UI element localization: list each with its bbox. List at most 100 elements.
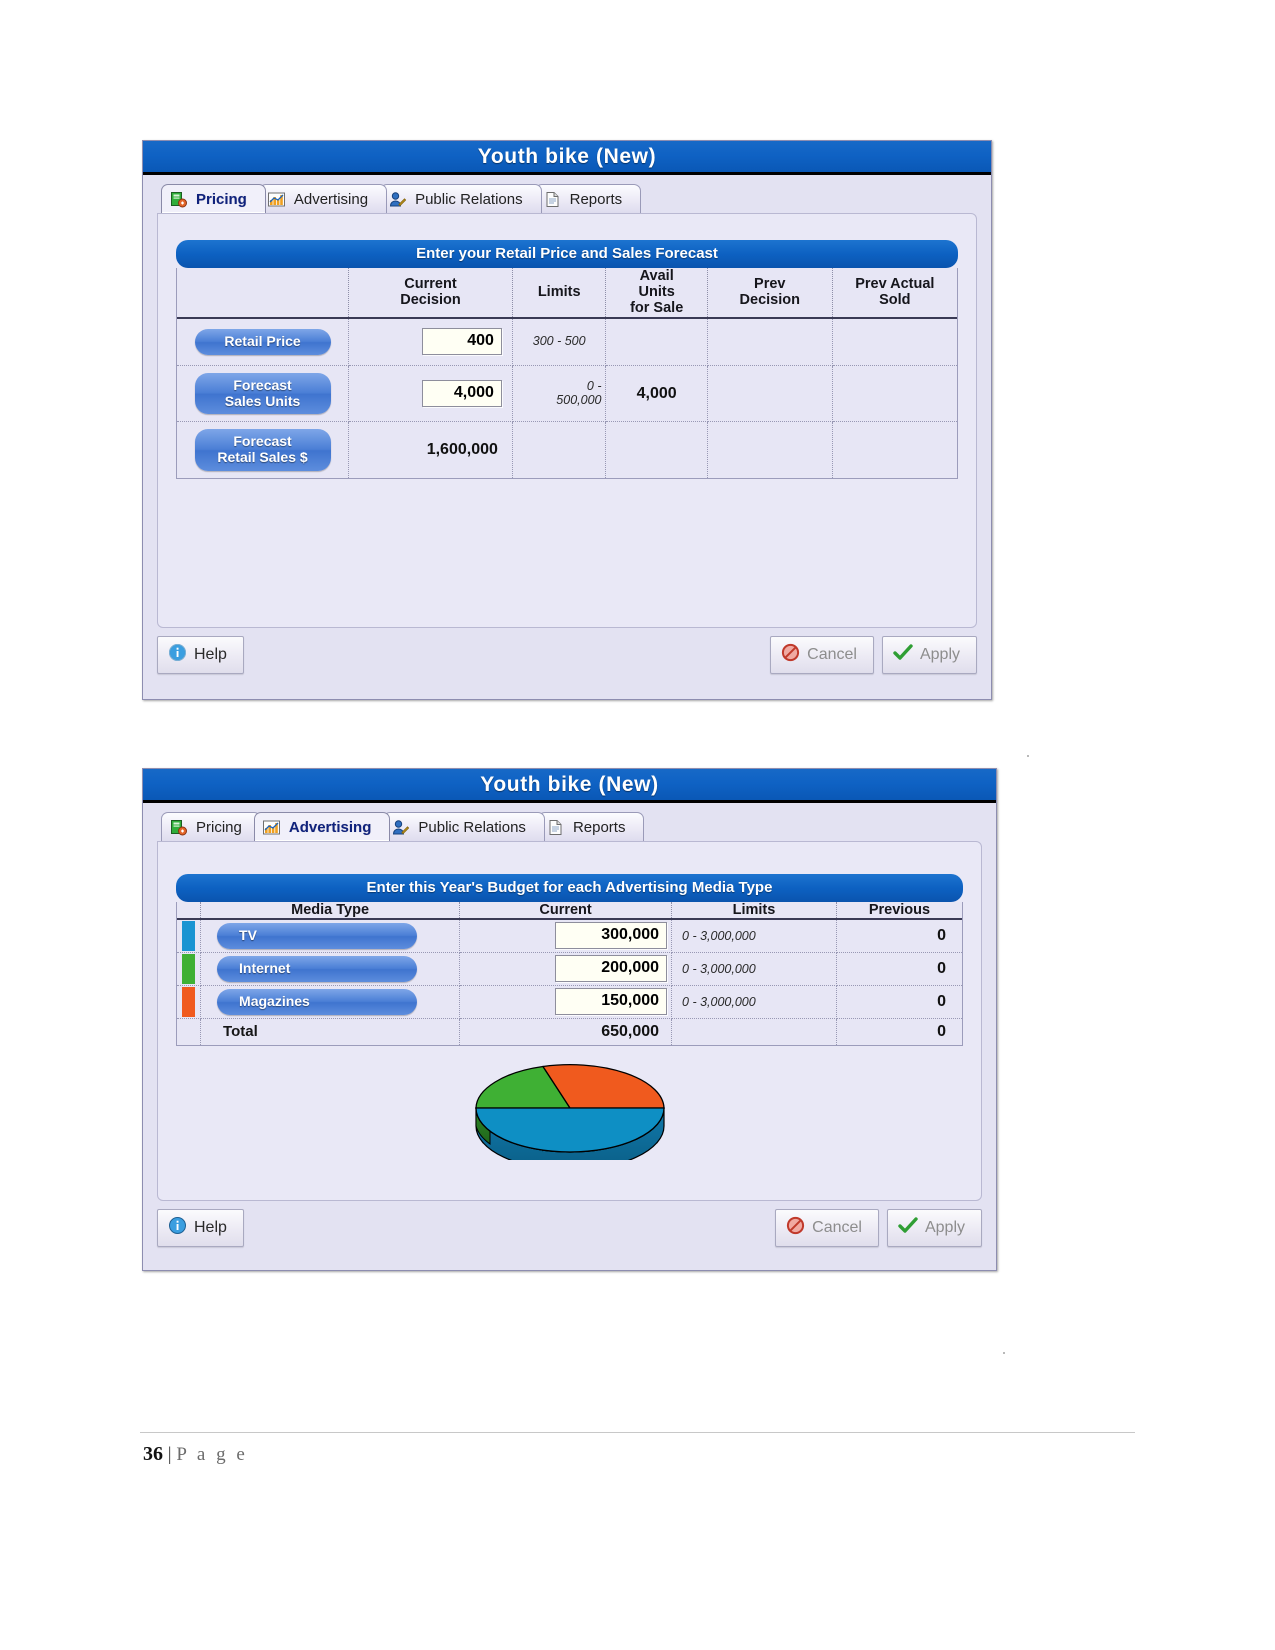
table-row: TV 300,000 0 - 3,000,000 0: [177, 919, 962, 953]
pricing-col-limits: Limits: [512, 268, 607, 319]
magazines-budget-input[interactable]: 150,000: [555, 988, 668, 1016]
tab-pricing-label: Pricing: [196, 818, 242, 836]
cancel-circle-icon: [786, 1216, 805, 1240]
retail-price-limits: 300 - 500: [512, 317, 607, 367]
forecast-sales-units-prev-actual: [832, 365, 957, 423]
pricing-grid: Current Decision Limits Avail Units for …: [176, 268, 958, 479]
internet-budget-input[interactable]: 200,000: [555, 955, 668, 983]
pill-line: Forecast: [233, 433, 292, 450]
tab-advertising[interactable]: Advertising: [253, 812, 391, 841]
forecast-retail-sales-pill[interactable]: Forecast Retail Sales $: [194, 429, 331, 471]
tv-budget-input[interactable]: 300,000: [555, 922, 668, 950]
hdr-line: Prev Actual: [855, 276, 935, 293]
pricing-tag-icon: [170, 819, 187, 836]
total-current: 650,000: [459, 1018, 673, 1046]
tv-previous: 0: [836, 919, 962, 953]
table-row: Internet 200,000 0 - 3,000,000 0: [177, 952, 962, 986]
advertising-dialog-window: Youth bike (New) Pricing Advertising Pub…: [142, 768, 997, 1271]
limits-line: 500,000: [556, 392, 602, 407]
tab-reports-label: Reports: [569, 190, 623, 208]
advertising-col-swatch: [177, 902, 202, 921]
advertising-col-limits: Limits: [671, 902, 837, 921]
scan-speck: [1003, 1352, 1005, 1354]
pricing-section-header: Enter your Retail Price and Sales Foreca…: [176, 240, 958, 268]
tab-public-relations[interactable]: Public Relations: [380, 184, 542, 213]
help-button-label: Help: [194, 1219, 227, 1236]
retail-price-input[interactable]: 400: [421, 328, 502, 356]
tv-limits: 0 - 3,000,000: [682, 929, 756, 944]
help-button[interactable]: Help: [157, 636, 244, 674]
tab-advertising[interactable]: Advertising: [258, 184, 388, 213]
pricing-tag-icon: [170, 191, 187, 208]
tab-public-relations[interactable]: Public Relations: [383, 812, 545, 841]
retail-price-pill[interactable]: Retail Price: [194, 329, 331, 355]
cancel-button-label: Cancel: [812, 1219, 862, 1236]
table-row: Forecast Retail Sales $ 1,600,000: [177, 421, 957, 478]
cancel-button[interactable]: Cancel: [770, 636, 874, 674]
apply-button-label: Apply: [924, 1219, 965, 1236]
internet-pill[interactable]: Internet: [217, 955, 418, 982]
pie-chart-svg: [474, 1064, 665, 1161]
advertising-grid-header-row: Media Type Current Limits Previous: [177, 902, 962, 921]
pricing-dialog-window: Youth bike (New) Pricing Advertising Pub…: [142, 140, 992, 700]
tv-limits-cell: 0 - 3,000,000: [671, 919, 837, 953]
total-previous: 0: [937, 1022, 946, 1040]
check-icon: [898, 1216, 918, 1240]
magazines-pill[interactable]: Magazines: [217, 988, 418, 1015]
tv-color-swatch: [182, 920, 196, 951]
hdr-line: Decision: [739, 292, 800, 309]
tab-reports[interactable]: Reports: [534, 184, 642, 213]
apply-button[interactable]: Apply: [886, 1209, 982, 1247]
retail-price-avail: [605, 317, 708, 367]
pricing-grid-header-row: Current Decision Limits Avail Units for …: [177, 268, 957, 319]
internet-media-type-cell: Internet: [200, 952, 461, 986]
person-pencil-icon: [392, 819, 410, 836]
forecast-retail-sales-limits: [512, 421, 607, 478]
person-pencil-icon: [389, 191, 407, 208]
apply-button[interactable]: Apply: [881, 636, 977, 674]
limits-line: 300 - 500: [532, 334, 586, 349]
forecast-sales-units-input[interactable]: 4,000: [421, 380, 502, 408]
tab-reports[interactable]: Reports: [537, 812, 645, 841]
advertising-dialog-button-row: Help Cancel Apply: [143, 1201, 996, 1257]
advertising-col-current: Current: [459, 902, 673, 921]
tab-pricing[interactable]: Pricing: [161, 184, 266, 213]
pricing-dialog-button-row: Help Cancel Apply: [143, 628, 991, 684]
forecast-sales-units-pill[interactable]: Forecast Sales Units: [194, 373, 331, 415]
table-row: Retail Price 400 300 - 500: [177, 317, 957, 367]
page-footer: 36 | P a g e: [143, 1443, 248, 1466]
pricing-dialog-title: Youth bike (New): [477, 144, 657, 168]
cancel-button[interactable]: Cancel: [775, 1209, 879, 1247]
hdr-line: Sold: [879, 292, 911, 309]
hdr-line: Avail: [639, 268, 674, 284]
tab-advertising-label: Advertising: [288, 818, 372, 836]
tv-pill[interactable]: TV: [217, 923, 418, 949]
tab-public-relations-label: Public Relations: [418, 818, 526, 836]
pricing-row-label-forecast-retail-sales: Forecast Retail Sales $: [177, 421, 350, 478]
tab-public-relations-label: Public Relations: [415, 190, 523, 208]
help-button[interactable]: Help: [157, 1209, 244, 1247]
table-row: Forecast Sales Units 4,000 0 - 500,000 4…: [177, 365, 957, 423]
chart-bar-icon: [262, 819, 280, 836]
document-icon: [547, 819, 564, 836]
forecast-retail-sales-prev-actual: [832, 422, 957, 478]
forecast-sales-units-prev-decision: [707, 365, 833, 423]
magazines-color-swatch-cell: [177, 985, 202, 1019]
cancel-button-label: Cancel: [807, 646, 857, 663]
advertising-dialog-titlebar: Youth bike (New): [143, 769, 996, 803]
pricing-col-current-decision: Current Decision: [348, 268, 513, 319]
chart-bar-icon: [267, 191, 285, 208]
internet-color-swatch-cell: [177, 952, 202, 986]
pill-line: Forecast: [233, 377, 292, 394]
tab-pricing[interactable]: Pricing: [161, 812, 261, 841]
advertising-grid: Media Type Current Limits Previous TV 30…: [176, 902, 963, 1047]
tab-pricing-label: Pricing: [196, 190, 247, 208]
table-row: Magazines 150,000 0 - 3,000,000 0: [177, 985, 962, 1019]
hdr-line: Decision: [400, 292, 461, 309]
internet-limits-cell: 0 - 3,000,000: [671, 952, 837, 986]
check-icon: [893, 643, 913, 667]
magazines-limits: 0 - 3,000,000: [682, 995, 756, 1010]
forecast-retail-sales-value: 1,600,000: [348, 421, 513, 478]
tab-advertising-label: Advertising: [293, 190, 369, 208]
pill-line: Retail Sales $: [217, 448, 308, 465]
